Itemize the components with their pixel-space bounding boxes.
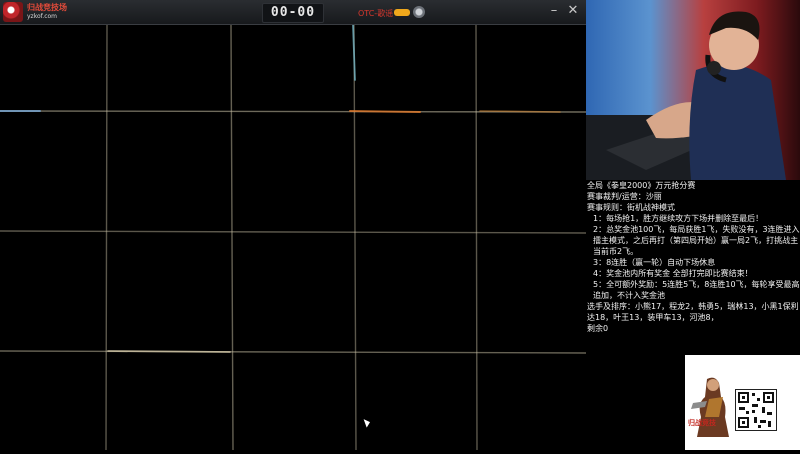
grid-line-v4: [475, 24, 478, 451]
game-window[interactable]: 归战竞技场 yzkof.com 00-00 OTC-歌谣 – ✕: [0, 0, 587, 451]
loading-grid: [0, 24, 587, 451]
grid-line-v3: [353, 24, 357, 451]
grid-line-h3: [0, 350, 587, 354]
qr-promo-panel: 归战竞技: [685, 355, 800, 450]
info-line: 4：奖金池内所有奖金 全部打完即比赛结束！: [593, 269, 753, 278]
info-line: 剩余0: [587, 324, 609, 333]
qr-code-image: [735, 389, 777, 431]
game-playfield[interactable]: [0, 24, 587, 451]
score-display: 00-00: [262, 3, 324, 23]
info-line: 5：全可额外奖励：5连胜5飞，8连胜10飞，每轮享受最高追加，不计入奖金池: [593, 280, 800, 300]
close-button[interactable]: ✕: [565, 2, 581, 20]
logo-site: yzkof.com: [27, 13, 58, 20]
info-line: 3：8连胜（赢一轮）自动下场休息: [593, 258, 716, 267]
webcam-feed: [586, 0, 800, 180]
grid-glow-3: [479, 110, 561, 113]
info-line: 赛事规则：街机战神模式: [587, 203, 675, 212]
grid-glow-1: [349, 110, 421, 113]
logo-icon: [3, 2, 23, 22]
info-line: 全局《拳皇2000》万元抢分赛: [587, 181, 696, 190]
info-line: 赛事裁判/运营：沙丽: [587, 192, 662, 201]
info-line: 1：每场抢1，胜方继续攻方下场并删除至最后！: [593, 214, 764, 223]
game-titlebar: 归战竞技场 yzkof.com 00-00 OTC-歌谣 – ✕: [0, 0, 586, 25]
grid-line-h2: [0, 230, 587, 234]
headset-ear: [707, 61, 721, 75]
grid-line-v1: [105, 24, 108, 451]
qr-brand-text: 归战竞技: [688, 419, 716, 427]
fighter-mascot-image: [691, 377, 729, 437]
grid-line-v2: [230, 24, 234, 451]
info-line: 选手及排序：小熊17，程龙2，韩勇5，瑞林13，小黑1保利达18，叶王13，装甲…: [587, 302, 799, 322]
red-team-name: OTC-歌谣: [358, 9, 394, 18]
logo: 归战竞技场 yzkof.com: [3, 2, 73, 22]
grid-glow-5: [107, 350, 231, 353]
rank-emblem-icon: [413, 6, 425, 18]
minimize-button[interactable]: –: [546, 2, 562, 20]
streamer-photo: [586, 0, 800, 180]
info-line: 2：总奖金池100飞，每局获胜1飞，失败没有，3连胜进入擂主模式，之后再打（第四…: [593, 225, 800, 256]
logo-title: 归战竞技场: [27, 3, 67, 12]
vip-badge-icon: [394, 9, 410, 16]
